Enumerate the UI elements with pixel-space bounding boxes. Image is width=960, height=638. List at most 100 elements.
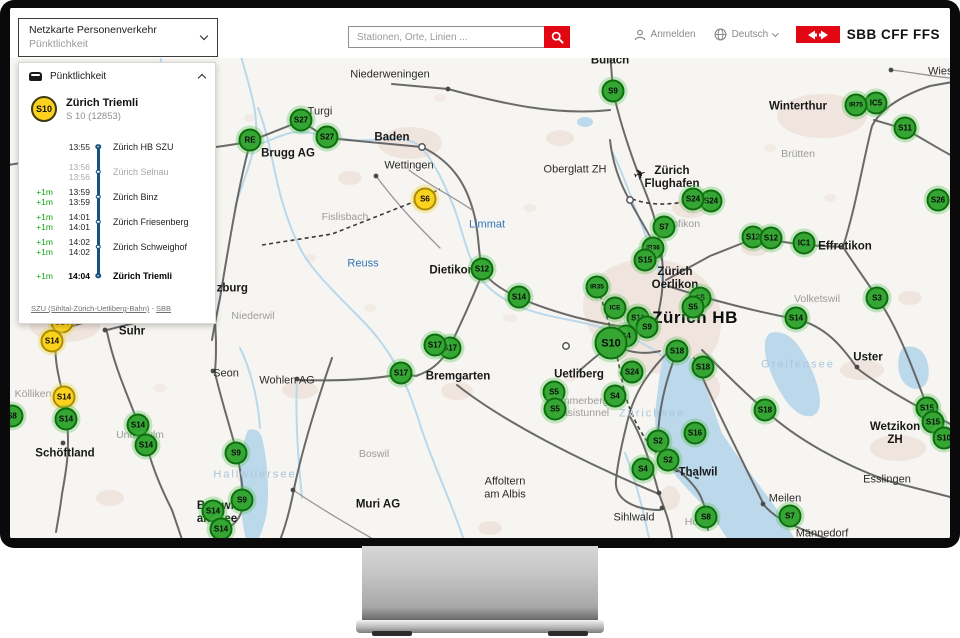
line-badge-s24[interactable]: S24 xyxy=(621,361,644,384)
line-badge-s18[interactable]: S18 xyxy=(754,399,777,422)
stop-name: Zürich HB SZU xyxy=(113,142,174,152)
stop-time: 14:0114:01 xyxy=(57,212,90,232)
line-badge-s14[interactable]: S14 xyxy=(210,518,233,539)
search-bar xyxy=(348,26,570,48)
search-input[interactable] xyxy=(348,26,544,48)
search-button[interactable] xyxy=(544,26,570,48)
line-badge-s26[interactable]: S26 xyxy=(927,189,950,212)
line-badge-s24[interactable]: S24 xyxy=(682,188,705,211)
sbb-logo[interactable]: SBB CFF FFS xyxy=(796,26,940,43)
stop-list: 13:55 Zürich HB SZU 13:5613:56 Zürich Selna… xyxy=(19,126,215,292)
line-badge-s3[interactable]: S3 xyxy=(866,287,889,310)
stop-row[interactable]: 13:55 Zürich HB SZU xyxy=(27,134,207,159)
stop-delay: +1m xyxy=(27,271,53,281)
line-badge-s4[interactable]: S4 xyxy=(632,458,655,481)
stop-name: Zürich Triemli xyxy=(113,271,172,281)
lake-pfaeffikersee xyxy=(898,346,929,388)
line-badge-s12[interactable]: S12 xyxy=(471,258,494,281)
network-select-title: Netzkarte Personenverkehr xyxy=(29,24,201,37)
line-badge-s12[interactable]: S12 xyxy=(760,227,783,250)
line-badge-s14[interactable]: S14 xyxy=(135,434,158,457)
line-badge-s11[interactable]: S11 xyxy=(894,117,917,140)
line-badge-s9[interactable]: S9 xyxy=(636,316,659,339)
timeline-segment xyxy=(90,234,106,259)
line-badge-s5[interactable]: S5 xyxy=(682,296,705,319)
line-badge-s9[interactable]: S9 xyxy=(602,80,625,103)
line-badge-s17[interactable]: S17 xyxy=(424,334,447,357)
line-badge-s8[interactable]: S8 xyxy=(695,506,718,529)
line-badge-ice[interactable]: ICE xyxy=(604,297,627,320)
network-map-select[interactable]: Netzkarte Personenverkehr Pünktlichkeit xyxy=(18,18,218,57)
search-icon xyxy=(551,31,564,44)
line-badge-s17[interactable]: S17 xyxy=(390,362,413,385)
line-badge-s18[interactable]: S18 xyxy=(666,340,689,363)
line-badge-s14[interactable]: S14 xyxy=(508,286,531,309)
stop-row[interactable]: 13:5613:56 Zürich Selnau xyxy=(27,159,207,184)
panel-title: Pünktlichkeit xyxy=(50,71,191,82)
stop-name: Zürich Binz xyxy=(113,192,158,202)
chevron-up-icon xyxy=(198,74,206,82)
monitor-stand xyxy=(362,546,598,622)
line-badge-s27[interactable]: S27 xyxy=(290,109,313,132)
line-badge-s6[interactable]: S6 xyxy=(414,188,437,211)
timeline-segment xyxy=(90,134,106,159)
stop-name: Zürich Selnau xyxy=(113,167,169,177)
line-badge-s27[interactable]: S27 xyxy=(316,126,339,149)
line-badge-s14[interactable]: S14 xyxy=(41,330,64,353)
sbb-wordmark: SBB CFF FFS xyxy=(847,27,940,42)
line-badge-s9[interactable]: S9 xyxy=(225,442,248,465)
sbb-flag-icon xyxy=(796,26,840,43)
sbb-link[interactable]: SBB xyxy=(156,304,171,313)
line-header: S10 Zürich Triemli S 10 (12853) xyxy=(19,88,215,126)
timeline-node xyxy=(95,144,101,150)
timeline-segment xyxy=(90,159,106,184)
monitor-frame: NiederweningenBülachTurgiBadenBrugg AGWe… xyxy=(0,0,960,548)
line-badge-s10[interactable]: S10 xyxy=(933,427,951,450)
punctuality-panel: Pünktlichkeit S10 Zürich Triemli S 10 (1… xyxy=(18,62,216,324)
line-badge-s7[interactable]: S7 xyxy=(653,216,676,239)
stop-time: 13:55 xyxy=(57,142,90,152)
line-badge-s14[interactable]: S14 xyxy=(785,307,808,330)
line-badge-s10: S10 xyxy=(31,96,57,122)
stop-delay: +1m+1m xyxy=(27,237,53,257)
stop-time: 14:0214:02 xyxy=(57,237,90,257)
szu-link[interactable]: SZU (Sihltal-Zürich-Uetliberg-Bahn) xyxy=(31,304,149,313)
timeline-segment xyxy=(90,259,106,292)
line-badge-s16[interactable]: S16 xyxy=(684,422,707,445)
stop-time: 14:04 xyxy=(57,271,90,281)
line-badge-s5[interactable]: S5 xyxy=(544,398,567,421)
globe-icon xyxy=(714,28,727,41)
line-badge-s10[interactable]: S10 xyxy=(595,327,628,360)
line-badge-s15[interactable]: S15 xyxy=(634,249,657,272)
line-badge-s2[interactable]: S2 xyxy=(657,449,680,472)
line-badge-s4[interactable]: S4 xyxy=(604,385,627,408)
line-name: Zürich Triemli xyxy=(66,96,138,110)
line-badge-ir35[interactable]: IR35 xyxy=(586,276,609,299)
user-icon xyxy=(634,29,646,41)
line-badge-re[interactable]: RE xyxy=(239,129,262,152)
stop-time: 13:5613:56 xyxy=(57,162,90,182)
panel-header[interactable]: Pünktlichkeit xyxy=(19,63,215,88)
line-badge-ic5[interactable]: IC5 xyxy=(865,92,888,115)
line-badge-s14[interactable]: S14 xyxy=(53,386,76,409)
timeline-segment xyxy=(90,184,106,209)
timeline-node xyxy=(96,194,101,199)
stop-name: Zürich Schweighof xyxy=(113,242,187,252)
line-badge-s9[interactable]: S9 xyxy=(231,489,254,512)
login-button[interactable]: Anmelden xyxy=(634,29,696,41)
stop-time: 13:5913:59 xyxy=(57,187,90,207)
line-badge-s7[interactable]: S7 xyxy=(779,505,802,528)
language-selector[interactable]: Deutsch xyxy=(714,28,778,41)
language-label: Deutsch xyxy=(732,29,769,40)
line-badge-s14[interactable]: S14 xyxy=(55,408,78,431)
login-label: Anmelden xyxy=(651,29,696,40)
stop-row[interactable]: +1m 14:04 Zürich Triemli xyxy=(27,259,207,292)
line-badge-s18[interactable]: S18 xyxy=(692,356,715,379)
stop-row[interactable]: +1m+1m13:5913:59Zürich Binz xyxy=(27,184,207,209)
line-badge-ic1[interactable]: IC1 xyxy=(793,232,816,255)
stop-row[interactable]: +1m+1m14:0214:02 Zürich Schweighof xyxy=(27,234,207,259)
stop-row[interactable]: +1m+1m14:0114:01Zürich Friesenberg xyxy=(27,209,207,234)
page: NiederweningenBülachTurgiBadenBrugg AGWe… xyxy=(0,0,960,638)
line-badge-ir75[interactable]: IR75 xyxy=(845,94,868,117)
timeline-node xyxy=(95,273,101,279)
